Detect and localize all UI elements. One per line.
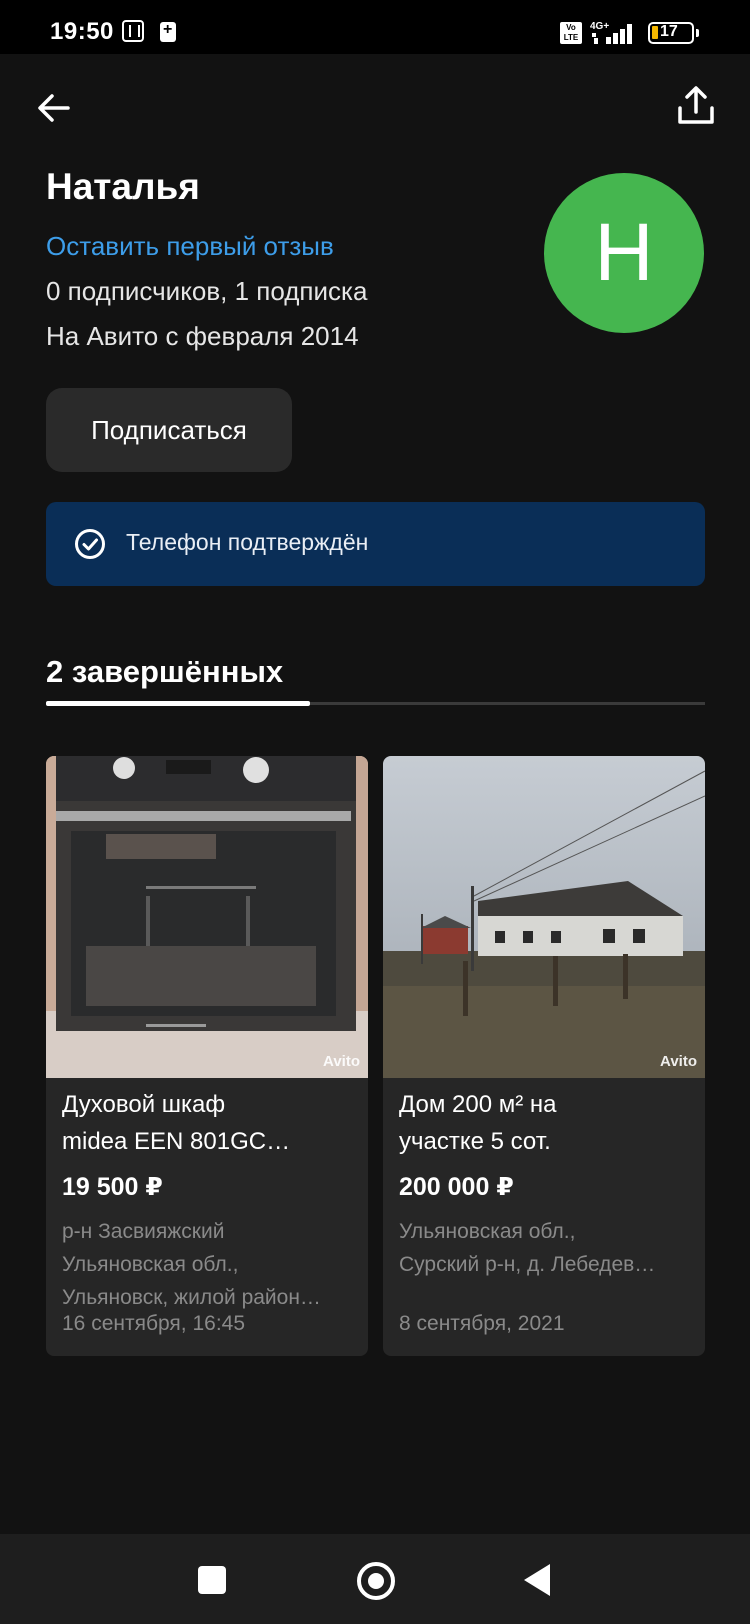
recents-square-icon[interactable]: [198, 1566, 226, 1594]
battery-saver-icon: [160, 21, 176, 42]
share-icon[interactable]: [674, 84, 718, 128]
listing-location-line: Ульяновская обл.,: [399, 1220, 576, 1243]
listing-title-line: midea EEN 801GC…: [62, 1128, 291, 1155]
back-triangle-icon[interactable]: [524, 1564, 550, 1596]
avatar[interactable]: Н: [544, 173, 704, 333]
nfc-icon: [122, 20, 144, 42]
listing-location: Ульяновская обл., Сурский р-н, д. Лебеде…: [399, 1215, 695, 1281]
listing-price: 19 500 ₽: [62, 1173, 163, 1201]
leave-review-link[interactable]: Оставить первый отзыв: [46, 231, 334, 262]
listing-title-line: участке 5 сот.: [399, 1128, 551, 1155]
signal-icon: 4G+: [590, 21, 632, 44]
subscribe-button[interactable]: Подписаться: [46, 388, 292, 472]
listing-date: 16 сентября, 16:45: [62, 1312, 246, 1335]
check-circle-icon: [75, 529, 105, 559]
listing-card[interactable]: Avito Дом 200 м² на участке 5 сот. 200 0…: [383, 756, 705, 1356]
volte-icon: Vo LTE: [560, 22, 582, 44]
listing-title: Дом 200 м² на участке 5 сот.: [399, 1086, 695, 1160]
profile-name: Наталья: [46, 166, 200, 207]
arrow-left-icon[interactable]: [34, 88, 74, 128]
listing-title: Духовой шкаф midea EEN 801GC…: [62, 1086, 358, 1160]
status-bar: 19:50 Vo LTE 4G+ 17: [0, 0, 750, 54]
listing-location-line: Ульяновская обл.,: [62, 1253, 239, 1276]
battery-fill: [652, 26, 658, 39]
status-time: 19:50: [50, 18, 114, 45]
phone-verified-banner: Телефон подтверждён: [46, 502, 705, 586]
tab-active-indicator: [46, 701, 310, 706]
phone-verified-text: Телефон подтверждён: [126, 529, 369, 555]
listing-title-line: Духовой шкаф: [62, 1091, 226, 1118]
tab-completed[interactable]: 2 завершённых: [46, 654, 283, 690]
listing-location-line: Сурский р-н, д. Лебедев…: [399, 1253, 656, 1276]
battery-level: 17: [660, 23, 678, 40]
listing-title-line: Дом 200 м² на: [399, 1091, 557, 1118]
avito-watermark: Avito: [323, 1053, 360, 1070]
listing-location-line: р-н Засвияжский: [62, 1220, 225, 1243]
network-label: 4G+: [590, 21, 609, 32]
battery-icon: 17: [648, 22, 699, 44]
subscriptions-count: 0 подписчиков, 1 подписка: [46, 276, 368, 306]
home-circle-icon[interactable]: [357, 1562, 395, 1600]
house-photo: Avito: [383, 756, 705, 1078]
listing-location-line: Ульяновск, жилой район…: [62, 1286, 321, 1309]
system-nav-bar: [0, 1534, 750, 1624]
listing-price: 200 000 ₽: [399, 1173, 514, 1201]
seller-profile-screen: Наталья Оставить первый отзыв 0 подписчи…: [0, 54, 750, 1534]
listing-date: 8 сентября, 2021: [399, 1312, 565, 1335]
listing-card[interactable]: Avito Духовой шкаф midea EEN 801GC… 19 5…: [46, 756, 368, 1356]
member-since: На Авито с февраля 2014: [46, 321, 359, 351]
listing-location: р-н Засвияжский Ульяновская обл., Ульяно…: [62, 1215, 358, 1314]
avito-watermark: Avito: [660, 1053, 697, 1070]
oven-photo: Avito: [46, 756, 368, 1078]
